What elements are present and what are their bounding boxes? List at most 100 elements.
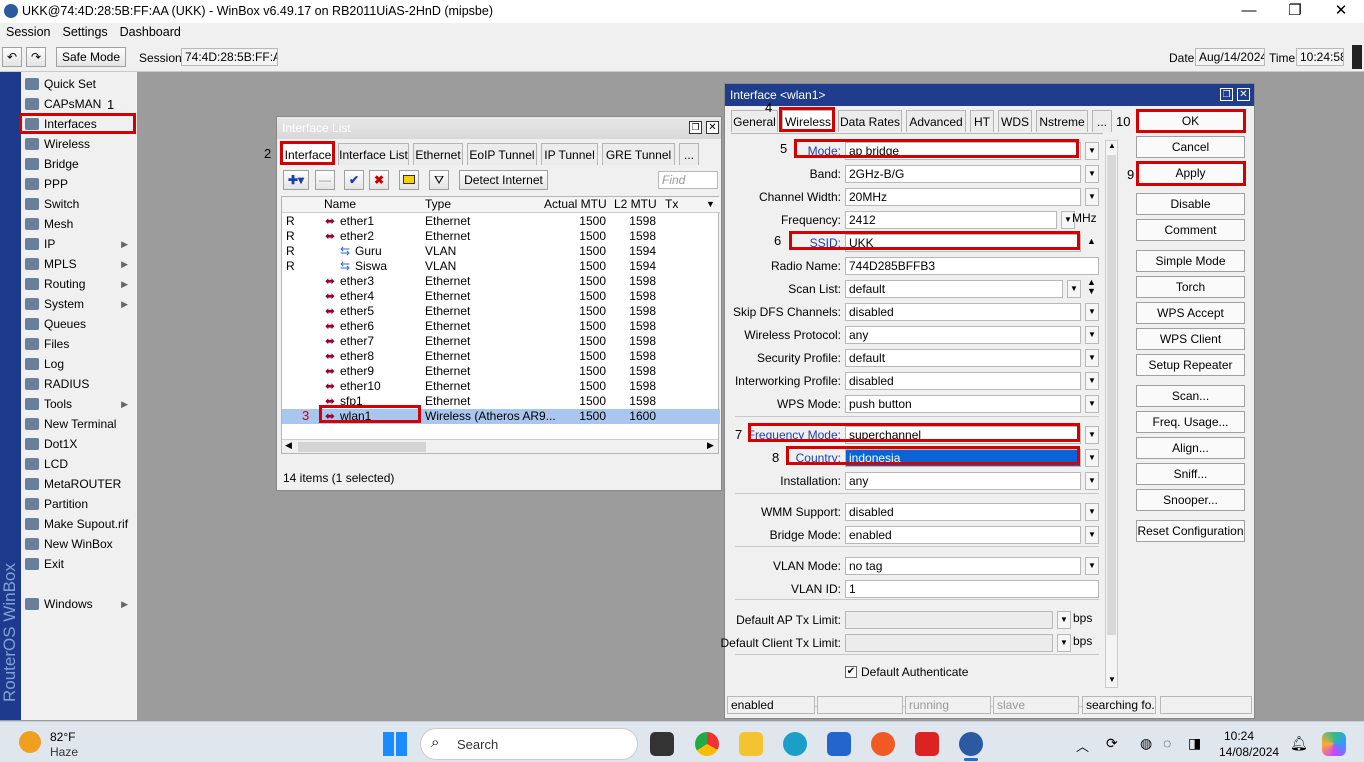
interface-list-titlebar[interactable]: Interface List ❐ ✕ — [277, 117, 721, 139]
tab-ht[interactable]: HT — [970, 110, 994, 132]
sidebar-item-mesh[interactable]: Mesh — [22, 214, 136, 234]
tab-nstreme[interactable]: Nstreme — [1036, 110, 1088, 132]
sidebar-item-ip[interactable]: IP ▶ — [22, 234, 136, 254]
tab-ip-tunnel[interactable]: IP Tunnel — [541, 143, 598, 165]
field-wps-mode[interactable]: push button — [845, 395, 1081, 413]
chevron-down-icon[interactable]: ▼ — [1085, 372, 1099, 390]
sidebar-item-tools[interactable]: Tools ▶ — [22, 394, 136, 414]
table-row[interactable]: ether8 Ethernet 1500 1598 ⬌ — [282, 349, 720, 364]
field-vlan-id[interactable]: 1 — [845, 580, 1099, 598]
sidebar-item-queues[interactable]: Queues — [22, 314, 136, 334]
chevron-down-icon[interactable]: ▼ — [1085, 142, 1099, 160]
disable-button[interactable]: Disable — [1136, 193, 1245, 215]
menu-settings[interactable]: Settings — [56, 23, 113, 41]
field-band[interactable]: 2GHz-B/G — [845, 165, 1081, 183]
sidebar-item-bridge[interactable]: Bridge — [22, 154, 136, 174]
filter-icon[interactable]: ⛛ — [429, 170, 449, 190]
field-wireless-protocol[interactable]: any — [845, 326, 1081, 344]
chrome-icon[interactable] — [695, 732, 719, 756]
snooper-button[interactable]: Snooper... — [1136, 489, 1245, 511]
table-row[interactable]: ether4 Ethernet 1500 1598 ⬌ — [282, 289, 720, 304]
chevron-down-icon[interactable]: ▼ — [1085, 557, 1099, 575]
torch-button[interactable]: Torch — [1136, 276, 1245, 298]
cancel-button[interactable]: Cancel — [1136, 136, 1245, 158]
sidebar-item-files[interactable]: Files — [22, 334, 136, 354]
chevron-down-icon[interactable]: ▼ — [1085, 165, 1099, 183]
col-actual-mtu[interactable]: Actual MTU — [544, 197, 607, 212]
chevron-down-icon[interactable]: ▼ — [1085, 426, 1099, 444]
chevron-down-icon[interactable]: ▼ — [1085, 188, 1099, 206]
default-authenticate-checkbox[interactable]: ✔ — [845, 666, 857, 678]
column-menu-icon[interactable]: ▼ — [706, 197, 715, 212]
sidebar-item-log[interactable]: Log — [22, 354, 136, 374]
disable-icon[interactable]: ✖ — [369, 170, 389, 190]
scan-button[interactable]: Scan... — [1136, 385, 1245, 407]
task-view-icon[interactable] — [650, 732, 674, 756]
table-row[interactable]: R Siswa VLAN 1500 1594 ⇆ — [282, 259, 720, 274]
tab-advanced[interactable]: Advanced — [906, 110, 966, 132]
volume-icon[interactable]: ◨ — [1188, 735, 1201, 752]
maximize-button[interactable]: ❐ — [1272, 0, 1318, 23]
menu-dashboard[interactable]: Dashboard — [114, 23, 187, 41]
language-icon[interactable]: ◍ — [1140, 735, 1152, 752]
comment-button[interactable]: Comment — [1136, 219, 1245, 241]
reorder-icon[interactable]: ▲▼ — [1087, 278, 1097, 296]
chevron-down-icon[interactable]: ▼ — [1085, 526, 1099, 544]
sidebar-item-switch[interactable]: Switch — [22, 194, 136, 214]
chevron-down-icon[interactable]: ▼ — [1057, 634, 1071, 652]
field-scan-list[interactable]: default — [845, 280, 1063, 298]
field-frequency[interactable]: 2412 — [845, 211, 1057, 229]
toolbar-scroll-handle[interactable] — [1352, 45, 1362, 69]
col-tx[interactable]: Tx — [665, 197, 678, 212]
comment-icon[interactable] — [399, 170, 419, 190]
undo-button[interactable]: ↶ — [2, 47, 22, 67]
table-row[interactable]: ether6 Ethernet 1500 1598 ⬌ — [282, 319, 720, 334]
restore-icon[interactable]: ❐ — [689, 121, 702, 134]
sidebar-item-partition[interactable]: Partition — [22, 494, 136, 514]
sidebar-item-metarouter[interactable]: MetaROUTER — [22, 474, 136, 494]
session-field[interactable]: 74:4D:28:5B:FF:AA — [181, 48, 278, 66]
table-row[interactable]: Rether1 Ethernet 1500 1598 ⬌ — [282, 214, 720, 229]
table-row[interactable]: ether9 Ethernet 1500 1598 ⬌ — [282, 364, 720, 379]
minimize-button[interactable]: — — [1226, 0, 1272, 23]
sidebar-item-dot1x[interactable]: Dot1X — [22, 434, 136, 454]
simple-mode-button[interactable]: Simple Mode — [1136, 250, 1245, 272]
sidebar-item-mpls[interactable]: MPLS ▶ — [22, 254, 136, 274]
tab-data-rates[interactable]: Data Rates — [838, 110, 902, 132]
setup-repeater-button[interactable]: Setup Repeater — [1136, 354, 1245, 376]
chevron-down-icon[interactable]: ▼ — [1085, 449, 1099, 467]
add-icon[interactable]: ✚▾ — [283, 170, 309, 190]
enable-icon[interactable]: ✔ — [344, 170, 364, 190]
store-icon[interactable] — [827, 732, 851, 756]
reset-configuration-button[interactable]: Reset Configuration — [1136, 520, 1245, 542]
sidebar-item-capsman[interactable]: CAPsMAN — [22, 94, 136, 114]
tab-wds[interactable]: WDS — [998, 110, 1032, 132]
clock-time[interactable]: 10:24 — [1224, 729, 1254, 743]
table-row[interactable]: ether10 Ethernet 1500 1598 ⬌ — [282, 379, 720, 394]
field-vlan-mode[interactable]: no tag — [845, 557, 1081, 575]
form-scrollbar[interactable]: ▲ ▼ — [1105, 140, 1118, 688]
menu-session[interactable]: Session — [0, 23, 56, 41]
field-security-profile[interactable]: default — [845, 349, 1081, 367]
sidebar-item-ppp[interactable]: PPP — [22, 174, 136, 194]
redo-button[interactable]: ↷ — [26, 47, 46, 67]
tab-ethernet[interactable]: Ethernet — [413, 143, 463, 165]
wps-office-icon[interactable] — [915, 732, 939, 756]
sidebar-item-radius[interactable]: RADIUS — [22, 374, 136, 394]
chevron-down-icon[interactable]: ▼ — [1085, 303, 1099, 321]
chevron-down-icon[interactable]: ▼ — [1085, 395, 1099, 413]
field-default-client-tx-limit[interactable] — [845, 634, 1053, 652]
tab-eoip-tunnel[interactable]: EoIP Tunnel — [467, 143, 537, 165]
freq-usage-button[interactable]: Freq. Usage... — [1136, 411, 1245, 433]
sidebar-item-wireless[interactable]: Wireless — [22, 134, 136, 154]
close-button[interactable]: ✕ — [1318, 0, 1364, 23]
field-interworking-profile[interactable]: disabled — [845, 372, 1081, 390]
sidebar-item-quick-set[interactable]: Quick Set — [22, 74, 136, 94]
start-icon[interactable] — [383, 732, 407, 756]
interface-wlan1-titlebar[interactable]: Interface <wlan1> ❐ ✕ — [725, 84, 1254, 106]
chevron-down-icon[interactable]: ▼ — [1067, 280, 1081, 298]
field-channel-width[interactable]: 20MHz — [845, 188, 1081, 206]
sidebar-item-lcd[interactable]: LCD — [22, 454, 136, 474]
winbox-taskbar-icon[interactable] — [959, 732, 983, 756]
chevron-up-icon[interactable]: ︿ — [1076, 736, 1089, 755]
